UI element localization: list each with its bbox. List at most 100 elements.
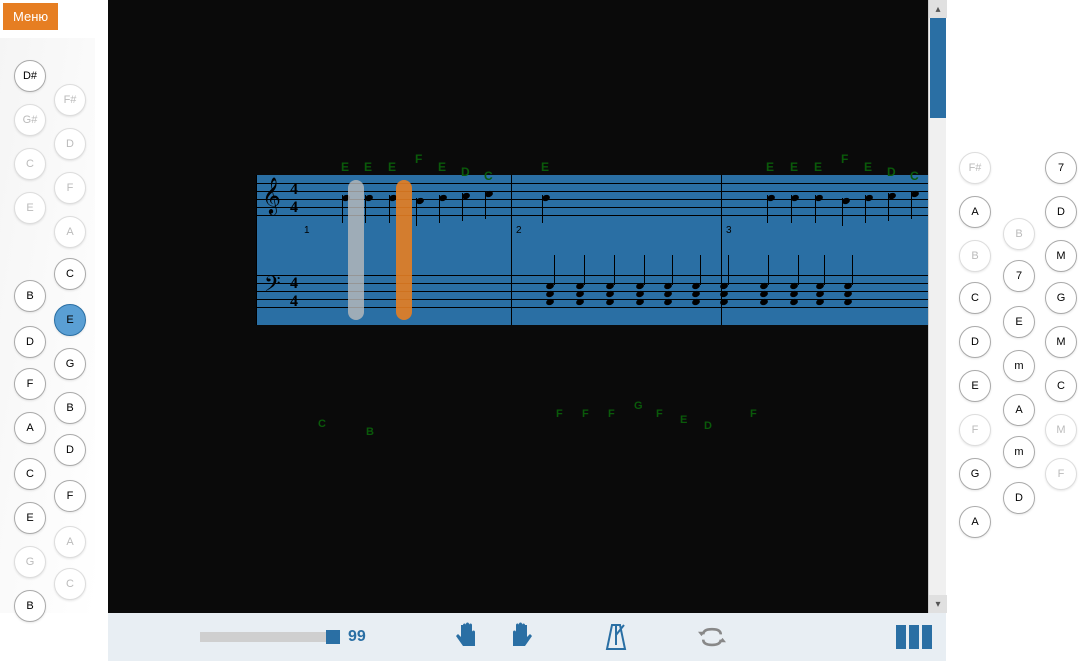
note-letter: E <box>864 160 872 174</box>
right-key-A[interactable]: A <box>1003 394 1035 426</box>
note-stem <box>389 195 390 223</box>
right-key-D[interactable]: D <box>959 326 991 358</box>
right-key-A[interactable]: A <box>959 506 991 538</box>
scroll-thumb[interactable] <box>930 18 946 118</box>
note-stem <box>728 255 729 285</box>
right-key-C[interactable]: C <box>959 282 991 314</box>
note-letter: F <box>750 408 757 420</box>
left-key-E[interactable]: E <box>14 502 46 534</box>
tempo-slider-thumb[interactable] <box>326 630 340 644</box>
left-hand-button[interactable] <box>454 621 482 653</box>
note-stem <box>542 195 543 223</box>
left-key-F[interactable]: F <box>14 368 46 400</box>
left-key-C[interactable]: C <box>54 258 86 290</box>
note-letter: E <box>790 160 798 174</box>
menu-button[interactable]: Меню <box>3 3 58 30</box>
right-key-M[interactable]: M <box>1045 414 1077 446</box>
left-key-E[interactable]: E <box>54 304 86 336</box>
note-letter: F <box>582 408 589 420</box>
scroll-up-button[interactable]: ▴ <box>929 0 947 18</box>
right-keyboard-panel: F#7ADBBM7CGEDMmECAFMmGFDA <box>949 88 1084 613</box>
left-key-G[interactable]: G <box>14 546 46 578</box>
tempo-slider[interactable] <box>200 632 340 642</box>
note-letter: E <box>541 160 549 174</box>
bass-clef-icon: 𝄢 <box>264 271 281 303</box>
right-key-F[interactable]: F <box>1045 458 1077 490</box>
left-keyboard-panel: D#F#G#DCFEACBEDGFBADCFEAGCB <box>0 38 95 613</box>
note-letter: E <box>364 160 372 174</box>
right-key-E[interactable]: E <box>1003 306 1035 338</box>
left-key-B[interactable]: B <box>14 590 46 622</box>
left-key-B[interactable]: B <box>54 392 86 424</box>
left-key-G#[interactable]: G# <box>14 104 46 136</box>
left-key-C[interactable]: C <box>54 568 86 600</box>
left-key-D#[interactable]: D# <box>14 60 46 92</box>
right-key-7[interactable]: 7 <box>1003 260 1035 292</box>
note-stem <box>462 193 463 221</box>
note-letter: F <box>656 408 663 420</box>
left-key-F[interactable]: F <box>54 480 86 512</box>
vertical-scrollbar[interactable]: ▴ ▾ <box>928 0 946 613</box>
right-key-F#[interactable]: F# <box>959 152 991 184</box>
metronome-button[interactable] <box>602 621 630 653</box>
note-stem <box>865 195 866 223</box>
right-key-G[interactable]: G <box>959 458 991 490</box>
right-key-7[interactable]: 7 <box>1045 152 1077 184</box>
left-key-A[interactable]: A <box>54 216 86 248</box>
note-stem <box>768 255 769 285</box>
playback-cursor-shadow <box>348 180 364 320</box>
right-key-E[interactable]: E <box>959 370 991 402</box>
left-key-F[interactable]: F <box>54 172 86 204</box>
note-stem <box>911 191 912 219</box>
loop-button[interactable] <box>698 621 726 653</box>
staff-system-1: 𝄞 𝄢 4 4 4 4 1 2 3 EEEFEDCEEEEFEDC <box>256 175 946 325</box>
scroll-down-button[interactable]: ▾ <box>929 595 947 613</box>
note-letter: D <box>887 165 896 179</box>
left-key-D[interactable]: D <box>54 434 86 466</box>
note-stem <box>888 193 889 221</box>
right-hand-button[interactable] <box>506 621 534 653</box>
note-letter: F <box>556 408 563 420</box>
right-key-m[interactable]: m <box>1003 436 1035 468</box>
note-letter: F <box>841 152 848 166</box>
note-stem <box>584 255 585 285</box>
note-stem <box>554 255 555 285</box>
left-key-G[interactable]: G <box>54 348 86 380</box>
left-key-D[interactable]: D <box>14 326 46 358</box>
right-key-D[interactable]: D <box>1045 196 1077 228</box>
left-key-C[interactable]: C <box>14 148 46 180</box>
note-letter: C <box>484 169 493 183</box>
note-letter: D <box>461 165 470 179</box>
right-key-C[interactable]: C <box>1045 370 1077 402</box>
right-key-m[interactable]: m <box>1003 350 1035 382</box>
right-key-A[interactable]: A <box>959 196 991 228</box>
treble-clef-icon: 𝄞 <box>262 177 281 215</box>
measure-number: 2 <box>516 225 522 236</box>
right-key-D[interactable]: D <box>1003 482 1035 514</box>
left-key-A[interactable]: A <box>14 412 46 444</box>
note-stem <box>767 195 768 223</box>
note-stem <box>791 195 792 223</box>
left-key-B[interactable]: B <box>14 280 46 312</box>
bottom-toolbar: 99 <box>108 613 946 661</box>
left-key-D[interactable]: D <box>54 128 86 160</box>
time-sig-bottom: 4 <box>290 199 298 217</box>
time-sig-top: 4 <box>290 181 298 199</box>
note-stem <box>672 255 673 285</box>
right-key-M[interactable]: M <box>1045 326 1077 358</box>
playback-cursor[interactable] <box>396 180 412 320</box>
note-letter: E <box>814 160 822 174</box>
note-letter: E <box>438 160 446 174</box>
left-key-F#[interactable]: F# <box>54 84 86 116</box>
right-key-G[interactable]: G <box>1045 282 1077 314</box>
staff-system-2-letters: CBFFFGFEDF <box>256 400 946 440</box>
right-key-F[interactable]: F <box>959 414 991 446</box>
left-key-C[interactable]: C <box>14 458 46 490</box>
left-key-A[interactable]: A <box>54 526 86 558</box>
time-sig-bottom-bass: 4 <box>290 293 298 311</box>
view-columns-button[interactable] <box>894 621 934 653</box>
left-key-E[interactable]: E <box>14 192 46 224</box>
right-key-B[interactable]: B <box>959 240 991 272</box>
right-key-M[interactable]: M <box>1045 240 1077 272</box>
right-key-B[interactable]: B <box>1003 218 1035 250</box>
